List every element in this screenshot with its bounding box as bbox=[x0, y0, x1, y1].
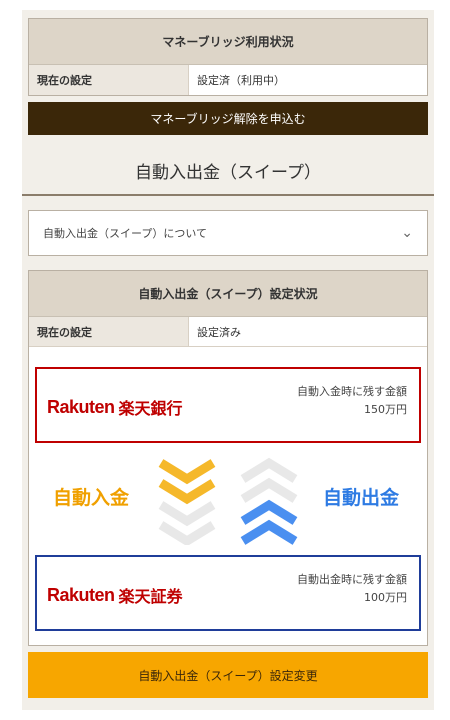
money-bridge-setting-row: 現在の設定 設定済（利用中） bbox=[29, 65, 427, 95]
double-chevron-up-icon bbox=[240, 457, 298, 545]
securities-amount-label: 自動出金時に残す金額 bbox=[297, 573, 407, 586]
rakuten-bank-logo: Rakuten 楽天銀行 bbox=[47, 396, 183, 419]
setting-label: 現在の設定 bbox=[29, 65, 189, 95]
sweep-section-title: 自動入出金（スイープ） bbox=[135, 163, 321, 183]
sweep-status-header: 自動入出金（スイープ）設定状況 bbox=[29, 271, 427, 317]
setting-value: 設定済（利用中） bbox=[197, 74, 285, 87]
securities-amount-value: 100万円 bbox=[364, 591, 407, 604]
chevron-down-icon: ⌄ bbox=[401, 225, 413, 241]
setting-label: 現在の設定 bbox=[29, 317, 189, 346]
sweep-about-accordion[interactable]: 自動入出金（スイープ）について ⌄ bbox=[28, 210, 428, 256]
page-container: マネーブリッジ利用状況 現在の設定 設定済（利用中） マネーブリッジ解除を申込む… bbox=[22, 10, 434, 710]
bank-amount-label: 自動入金時に残す金額 bbox=[297, 385, 407, 398]
money-bridge-status-box: マネーブリッジ利用状況 現在の設定 設定済（利用中） bbox=[28, 18, 428, 96]
money-bridge-status-header: マネーブリッジ利用状況 bbox=[29, 19, 427, 65]
securities-amount-info: 自動出金時に残す金額 100万円 bbox=[297, 571, 407, 607]
bank-amount-value: 150万円 bbox=[364, 403, 407, 416]
sweep-change-settings-button[interactable]: 自動入出金（スイープ）設定変更 bbox=[28, 652, 428, 698]
sweep-setting-row: 現在の設定 設定済み bbox=[29, 317, 427, 347]
rakuten-securities-card: Rakuten 楽天証券 自動出金時に残す金額 100万円 bbox=[35, 555, 421, 631]
double-chevron-down-icon bbox=[158, 459, 216, 545]
sweep-status-box: 自動入出金（スイープ）設定状況 現在の設定 設定済み Rakuten 楽天銀行 … bbox=[28, 270, 428, 646]
money-bridge-cancel-button[interactable]: マネーブリッジ解除を申込む bbox=[28, 102, 428, 135]
auto-withdraw-label: 自動出金 bbox=[322, 487, 399, 509]
auto-deposit-label: 自動入金 bbox=[53, 487, 130, 509]
bank-amount-info: 自動入金時に残す金額 150万円 bbox=[297, 383, 407, 419]
rakuten-securities-logo: Rakuten 楽天証券 bbox=[47, 584, 183, 607]
setting-value: 設定済み bbox=[197, 325, 241, 339]
rakuten-bank-card: Rakuten 楽天銀行 自動入金時に残す金額 150万円 bbox=[35, 367, 421, 443]
sweep-flow-diagram: 自動入金 自動出金 bbox=[29, 457, 429, 545]
accordion-label: 自動入出金（スイープ）について bbox=[43, 227, 208, 240]
section-divider bbox=[22, 194, 434, 196]
